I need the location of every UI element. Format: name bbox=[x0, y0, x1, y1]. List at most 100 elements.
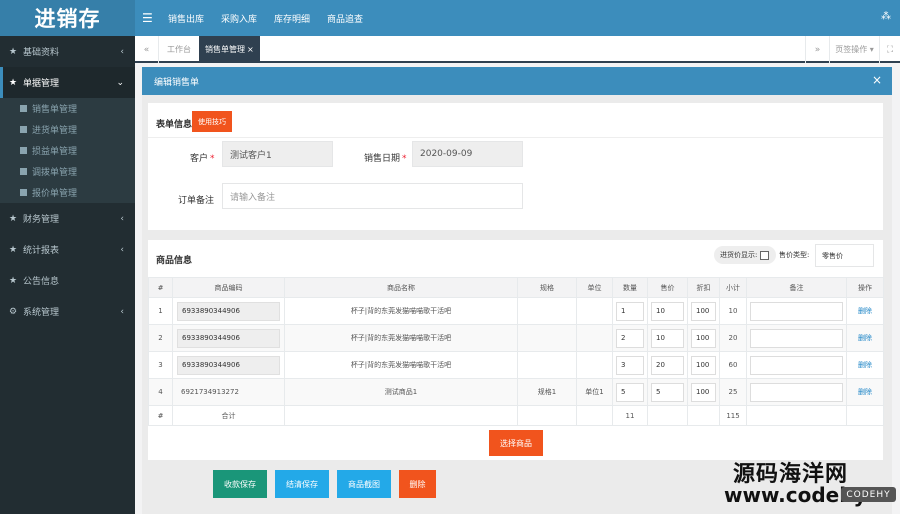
quantity-input[interactable]: 2 bbox=[616, 328, 644, 348]
sidebar-item-basic-data[interactable]: ★ 基础资料 ‹ bbox=[0, 36, 135, 67]
price-input[interactable]: 10 bbox=[651, 301, 684, 321]
star-icon: ★ bbox=[9, 77, 18, 88]
sidebar-item-label: 统计报表 bbox=[23, 246, 60, 256]
price-input[interactable]: 20 bbox=[651, 355, 684, 375]
sidebar-subitem-transfer[interactable]: 调拨单管理 bbox=[0, 161, 135, 182]
sidebar-subitem-quote[interactable]: 报价单管理 bbox=[0, 182, 135, 203]
gear-icon: ⚙ bbox=[9, 306, 18, 317]
cost-price-toggle[interactable]: 进货价显示: bbox=[714, 246, 776, 264]
delete-link[interactable]: 删除 bbox=[858, 334, 872, 342]
tabs-scroll-right-icon[interactable]: » bbox=[805, 36, 829, 63]
quantity-input[interactable]: 5 bbox=[616, 382, 644, 402]
fullscreen-icon[interactable]: ⛶ bbox=[879, 36, 900, 63]
quantity-input[interactable]: 3 bbox=[616, 355, 644, 375]
goods-table: # 商品编码 商品名称 规格 单位 数量 售价 折扣 小计 备注 操作 1 69… bbox=[148, 277, 884, 426]
column-header: 数量 bbox=[612, 277, 648, 298]
topnav-purchase-in[interactable]: 采购入库 bbox=[221, 12, 257, 25]
modal-close-icon[interactable]: × bbox=[872, 73, 882, 87]
chevron-left-icon: ‹ bbox=[120, 213, 124, 224]
table-row: 3 6933890344906 杯子|背的东莞发猫喵喵歌干活吧 3 20 100… bbox=[148, 351, 884, 379]
tab-sales-orders[interactable]: 销售单管理 × bbox=[199, 36, 260, 63]
sale-date-field[interactable]: 2020-09-09 bbox=[412, 141, 523, 167]
tab-ops-dropdown[interactable]: 页签操作 ▾ bbox=[829, 36, 879, 63]
section-title: 商品信息 bbox=[156, 256, 193, 266]
row-number: 1 bbox=[148, 297, 173, 325]
sidebar-subitem-loss[interactable]: 损益单管理 bbox=[0, 140, 135, 161]
price-type-select[interactable]: 零售价 bbox=[815, 244, 874, 267]
goods-screenshot-button[interactable]: 商品截图 bbox=[337, 470, 391, 498]
tips-badge-button[interactable]: 使用技巧 bbox=[192, 111, 232, 132]
sidebar-item-reports[interactable]: ★ 统计报表 ‹ bbox=[0, 234, 135, 265]
divider bbox=[148, 137, 883, 138]
price-input[interactable]: 5 bbox=[651, 382, 684, 402]
column-header: 备注 bbox=[746, 277, 847, 298]
cost-toggle-label: 进货价显示: bbox=[720, 251, 758, 259]
delete-link[interactable]: 删除 bbox=[858, 361, 872, 369]
topnav-sales-out[interactable]: 销售出库 bbox=[168, 12, 204, 25]
column-header: 规格 bbox=[517, 277, 577, 298]
sidebar-subitem-label: 报价单管理 bbox=[32, 189, 78, 199]
checkbox[interactable] bbox=[760, 250, 770, 260]
delete-button[interactable]: 删除 bbox=[399, 470, 436, 498]
quantity-input[interactable]: 1 bbox=[616, 301, 644, 321]
remark-input[interactable] bbox=[750, 301, 843, 321]
topnav-goods-trace[interactable]: 商品追查 bbox=[327, 12, 363, 25]
discount-input[interactable]: 100 bbox=[691, 382, 716, 402]
form-info-card: 表单信息 使用技巧 客户 * 测试客户1 销售日期 * 2020-09-09 订单备… bbox=[148, 103, 883, 230]
goods-name: 杯子|背的东莞发猫喵喵歌干活吧 bbox=[284, 351, 518, 379]
discount-input[interactable]: 100 bbox=[691, 328, 716, 348]
square-icon bbox=[20, 126, 27, 133]
square-icon bbox=[20, 147, 27, 154]
price-input[interactable]: 10 bbox=[651, 328, 684, 348]
sidebar-submenu: 销售单管理 进货单管理 损益单管理 调拨单管理 报价单管理 bbox=[0, 98, 135, 203]
goods-code-field[interactable]: 6933890344906 bbox=[177, 355, 280, 375]
subtotal: 10 bbox=[719, 297, 747, 325]
collect-save-button[interactable]: 收款保存 bbox=[213, 470, 267, 498]
sidebar-item-finance[interactable]: ★ 财务管理 ‹ bbox=[0, 203, 135, 234]
discount-input[interactable]: 100 bbox=[691, 355, 716, 375]
tab-workbench[interactable]: 工作台 bbox=[159, 36, 200, 63]
goods-name: 测试商品1 bbox=[284, 378, 518, 406]
sidebar-subitem-purchase[interactable]: 进货单管理 bbox=[0, 119, 135, 140]
total-label: 合计 bbox=[172, 405, 285, 426]
goods-name: 杯子|背的东莞发猫喵喵歌干活吧 bbox=[284, 297, 518, 325]
sidebar-subitem-sales[interactable]: 销售单管理 bbox=[0, 98, 135, 119]
sale-date-label: 销售日期 * bbox=[364, 154, 407, 164]
sidebar: ★ 基础资料 ‹ ★ 单据管理 ⌄ 销售单管理 进货单管理 损益单管理 调拨单管… bbox=[0, 36, 135, 514]
discount-input[interactable]: 100 bbox=[691, 301, 716, 321]
column-header: 商品编码 bbox=[172, 277, 285, 298]
sidebar-subitem-label: 销售单管理 bbox=[32, 105, 78, 115]
sidebar-item-notices[interactable]: ★ 公告信息 bbox=[0, 265, 135, 296]
customer-field[interactable]: 测试客户1 bbox=[222, 141, 333, 167]
goods-spec bbox=[517, 297, 577, 325]
remark-input[interactable] bbox=[750, 355, 843, 375]
delete-link[interactable]: 删除 bbox=[858, 388, 872, 396]
total-amount: 115 bbox=[719, 405, 747, 426]
total-row: # 合计 11 115 bbox=[148, 405, 884, 426]
sidebar-item-label: 公告信息 bbox=[23, 277, 60, 287]
app-logo[interactable]: 进销存 bbox=[0, 0, 135, 36]
sidebar-subitem-label: 进货单管理 bbox=[32, 126, 78, 136]
top-bar: 进销存 ☰ 销售出库 采购入库 库存明细 商品追查 ⁂ bbox=[0, 0, 900, 36]
goods-code-field[interactable]: 6933890344906 bbox=[177, 328, 280, 348]
close-icon[interactable]: × bbox=[247, 45, 254, 54]
goods-code-field[interactable]: 6933890344906 bbox=[177, 301, 280, 321]
sidebar-item-label: 系统管理 bbox=[23, 308, 60, 318]
subtotal: 20 bbox=[719, 324, 747, 352]
modal-title: 编辑销售单 bbox=[154, 77, 200, 88]
sidebar-item-system[interactable]: ⚙ 系统管理 ‹ bbox=[0, 296, 135, 327]
delete-link[interactable]: 删除 bbox=[858, 307, 872, 315]
topnav-stock-detail[interactable]: 库存明细 bbox=[274, 12, 310, 25]
order-remark-input[interactable]: 请输入备注 bbox=[222, 183, 523, 209]
remark-input[interactable] bbox=[750, 328, 843, 348]
share-icon[interactable]: ⁂ bbox=[881, 11, 891, 22]
sidebar-item-documents[interactable]: ★ 单据管理 ⌄ bbox=[0, 67, 135, 98]
select-goods-button[interactable]: 选择商品 bbox=[489, 430, 543, 456]
table-row: 2 6933890344906 杯子|背的东莞发猫喵喵歌干活吧 2 10 100… bbox=[148, 324, 884, 352]
tabs-scroll-left-icon[interactable]: « bbox=[135, 36, 159, 63]
menu-toggle-icon[interactable]: ☰ bbox=[142, 11, 153, 25]
settle-save-button[interactable]: 结清保存 bbox=[275, 470, 329, 498]
tab-label: 销售单管理 bbox=[205, 45, 245, 54]
sidebar-item-label: 基础资料 bbox=[23, 48, 60, 58]
remark-input[interactable] bbox=[750, 382, 843, 402]
